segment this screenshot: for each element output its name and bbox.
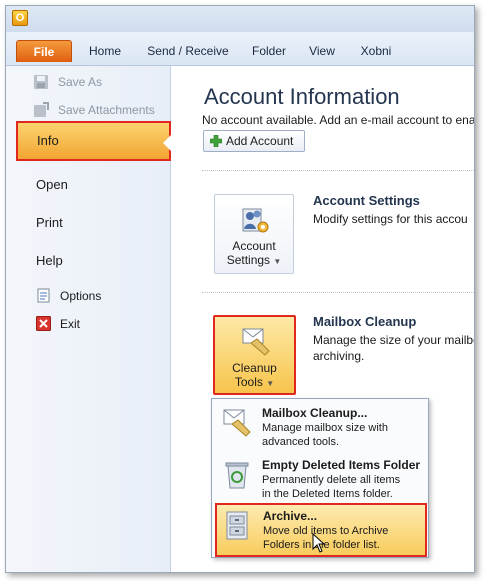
mailbox-cleanup-title: Mailbox Cleanup (313, 314, 417, 329)
menu-item-description: Manage mailbox size with advanced tools. (262, 422, 388, 448)
no-account-text: No account available. Add an e-mail acco… (202, 113, 475, 127)
tab-send-receive[interactable]: Send / Receive (140, 40, 236, 62)
tab-file[interactable]: File (16, 40, 72, 62)
menu-item-description: Permanently delete all items in the Delet… (262, 474, 401, 500)
cleanup-tools-icon (242, 328, 270, 356)
menu-item-title: Empty Deleted Items Folder (262, 458, 421, 472)
options-icon (37, 288, 50, 303)
title-bar: O (6, 6, 474, 32)
save-attachments-icon (34, 102, 49, 117)
save-icon (34, 75, 48, 89)
tab-folder[interactable]: Folder (244, 40, 294, 62)
backstage-sidebar: Save As Save Attachments Info Open Print… (6, 66, 171, 572)
options-label: Options (60, 289, 102, 303)
mouse-cursor-icon (312, 533, 326, 553)
sidebar-item-info[interactable]: Info (16, 121, 171, 161)
menu-item-mailbox-cleanup[interactable]: Mailbox Cleanup... Manage mailbox size w… (216, 402, 424, 452)
ribbon-tabs: File Home Send / Receive Folder View Xob… (6, 32, 474, 66)
tab-view[interactable]: View (302, 40, 342, 62)
cleanup-tools-button[interactable]: Cleanup Tools ▼ (213, 315, 296, 395)
outlook-window: O File Home Send / Receive Folder View X… (5, 5, 475, 573)
menu-item-title: Mailbox Cleanup... (262, 406, 368, 420)
account-settings-line2: Settings ▼ (226, 253, 282, 267)
divider (202, 292, 474, 293)
divider (202, 170, 474, 171)
dropdown-arrow-icon: ▼ (273, 257, 282, 266)
account-settings-button[interactable]: Account Settings ▼ (214, 194, 294, 274)
sidebar-item-print[interactable]: Print (36, 211, 63, 235)
mailbox-cleanup-description-2: archiving. (313, 349, 365, 363)
exit-label: Exit (60, 317, 81, 331)
account-settings-title: Account Settings (313, 193, 420, 208)
tab-xobni[interactable]: Xobni (352, 40, 400, 62)
add-account-button[interactable]: Add Account (203, 130, 305, 152)
account-settings-line1: Account (232, 239, 276, 253)
exit-icon (36, 316, 51, 331)
account-settings-description: Modify settings for this accou (313, 212, 468, 226)
account-settings-icon (242, 208, 269, 233)
recycle-bin-icon (225, 462, 249, 489)
save-attachments-label: Save Attachments (58, 103, 155, 117)
save-as-label: Save As (58, 75, 103, 89)
plus-icon (210, 135, 222, 147)
menu-item-empty-deleted[interactable]: Empty Deleted Items Folder Permanently d… (216, 454, 424, 504)
menu-item-title: Archive... (263, 509, 318, 523)
add-account-label: Add Account (226, 134, 294, 148)
cleanup-tools-line2: Tools ▼ (234, 375, 275, 389)
cleanup-tools-line1: Cleanup (232, 361, 277, 375)
selected-arrow-icon (163, 135, 171, 151)
dropdown-arrow-icon: ▼ (266, 379, 275, 388)
outlook-app-icon[interactable]: O (12, 10, 28, 26)
mailbox-cleanup-icon (223, 409, 251, 437)
archive-icon (226, 511, 248, 540)
info-label: Info (37, 133, 59, 148)
sidebar-item-open[interactable]: Open (36, 173, 68, 197)
mailbox-cleanup-description-1: Manage the size of your mailbo (313, 333, 475, 347)
tab-home[interactable]: Home (82, 40, 128, 62)
page-title: Account Information (204, 84, 400, 109)
sidebar-item-help[interactable]: Help (36, 249, 63, 273)
